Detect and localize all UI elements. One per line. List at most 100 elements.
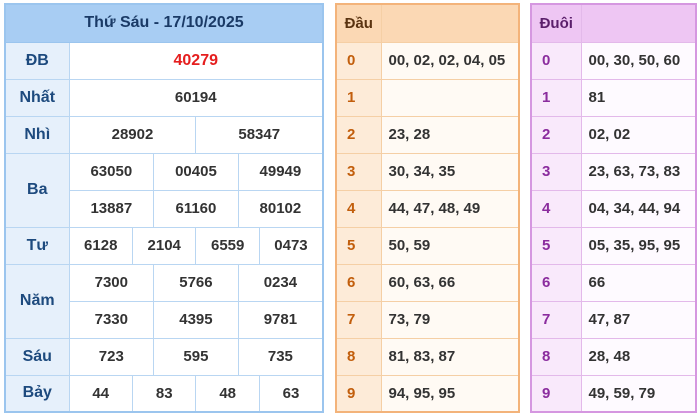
prize-row-nhi: Nhì 28902 58347: [4, 115, 324, 154]
prize-number: 595: [153, 337, 239, 376]
tail-digit: 1: [530, 78, 582, 117]
prize-number: 83: [131, 374, 197, 413]
tail-digit: 6: [530, 263, 582, 302]
prize-number: 58347: [195, 115, 324, 154]
tail-values: 66: [580, 263, 697, 302]
head-row: 9 94, 95, 95: [335, 374, 520, 413]
tail-row: 8 28, 48: [530, 337, 697, 376]
tail-table-title: Đuôi: [530, 3, 582, 43]
prize-number: 63: [258, 374, 324, 413]
tail-row: 7 47, 87: [530, 300, 697, 339]
head-values: 44, 47, 48, 49: [380, 189, 520, 228]
prize-number: 735: [237, 337, 324, 376]
head-values: 73, 79: [380, 300, 520, 339]
tail-digit: 2: [530, 115, 582, 154]
prize-label: Tư: [4, 226, 70, 265]
head-digit: 0: [335, 41, 382, 80]
head-row: 3 30, 34, 35: [335, 152, 520, 191]
prize-number: 00405: [153, 152, 239, 191]
head-row: 8 81, 83, 87: [335, 337, 520, 376]
head-digits-table: Đầu 0 00, 02, 02, 04, 05 1 2 23, 28 3 30, 3…: [335, 3, 520, 413]
prize-number: 49949: [237, 152, 324, 191]
head-row: 4 44, 47, 48, 49: [335, 189, 520, 228]
tail-digit: 0: [530, 41, 582, 80]
tail-values: 23, 63, 73, 83: [580, 152, 697, 191]
tail-values: 04, 34, 44, 94: [580, 189, 697, 228]
tail-table-header-blank: [580, 3, 697, 43]
tail-values: 05, 35, 95, 95: [580, 226, 697, 265]
head-digit: 5: [335, 226, 382, 265]
prize-number: 723: [68, 337, 155, 376]
prize-row-ba: Ba 63050 00405 49949: [4, 152, 324, 228]
tail-digit: 8: [530, 337, 582, 376]
head-values: 23, 28: [380, 115, 520, 154]
prize-label: Sáu: [4, 337, 70, 376]
prize-label: Bảy: [4, 374, 70, 413]
tail-digit: 3: [530, 152, 582, 191]
tail-values: 00, 30, 50, 60: [580, 41, 697, 80]
head-row: 1: [335, 78, 520, 117]
head-row: 0 00, 02, 02, 04, 05: [335, 41, 520, 80]
prize-number: 5766: [153, 263, 239, 302]
tail-values: 28, 48: [580, 337, 697, 376]
prize-number: 60194: [68, 78, 324, 117]
tail-values: 49, 59, 79: [580, 374, 697, 413]
prize-number: 6128: [68, 226, 133, 265]
head-row: 2 23, 28: [335, 115, 520, 154]
head-values: 50, 59: [380, 226, 520, 265]
prize-number: 4395: [153, 300, 239, 339]
prize-number: 7330: [68, 300, 155, 339]
head-values: 30, 34, 35: [380, 152, 520, 191]
tail-row: 1 81: [530, 78, 697, 117]
head-values: 60, 63, 66: [380, 263, 520, 302]
prize-number: 80102: [237, 189, 324, 228]
prize-label: Nhất: [4, 78, 70, 117]
prize-number: 48: [195, 374, 260, 413]
head-digit: 2: [335, 115, 382, 154]
head-table-header-blank: [380, 3, 520, 43]
prize-row-nhat: Nhất 60194: [4, 78, 324, 117]
tail-row: 3 23, 63, 73, 83: [530, 152, 697, 191]
tail-row: 2 02, 02: [530, 115, 697, 154]
prize-number: 6559: [195, 226, 260, 265]
prize-label: Năm: [4, 263, 70, 339]
prize-number: 7300: [68, 263, 155, 302]
tail-digit: 4: [530, 189, 582, 228]
prize-number: 0473: [258, 226, 324, 265]
tail-values: 47, 87: [580, 300, 697, 339]
tail-digit: 7: [530, 300, 582, 339]
draw-date-title: Thứ Sáu - 17/10/2025: [4, 3, 324, 43]
head-digit: 9: [335, 374, 382, 413]
results-table: Thứ Sáu - 17/10/2025 ĐB 40279 Nhất 60194…: [4, 3, 324, 413]
head-row: 7 73, 79: [335, 300, 520, 339]
head-digit: 6: [335, 263, 382, 302]
tail-row: 9 49, 59, 79: [530, 374, 697, 413]
head-values: [380, 78, 520, 117]
prize-row-tu: Tư 6128 2104 6559 0473: [4, 226, 324, 265]
prize-label: ĐB: [4, 41, 70, 80]
head-values: 00, 02, 02, 04, 05: [380, 41, 520, 80]
prize-number: 13887: [68, 189, 155, 228]
prize-number: 61160: [153, 189, 239, 228]
prize-row-sau: Sáu 723 595 735: [4, 337, 324, 376]
head-row: 6 60, 63, 66: [335, 263, 520, 302]
prize-number: 0234: [237, 263, 324, 302]
prize-number: 44: [68, 374, 133, 413]
special-prize-number: 40279: [68, 41, 324, 80]
head-digit: 1: [335, 78, 382, 117]
head-values: 94, 95, 95: [380, 374, 520, 413]
tail-row: 4 04, 34, 44, 94: [530, 189, 697, 228]
tail-row: 5 05, 35, 95, 95: [530, 226, 697, 265]
tail-row: 0 00, 30, 50, 60: [530, 41, 697, 80]
prize-row-nam: Năm 7300 5766 0234: [4, 263, 324, 339]
prize-row-bay: Bảy 44 83 48 63: [4, 374, 324, 413]
head-digit: 4: [335, 189, 382, 228]
prize-number: 9781: [237, 300, 324, 339]
prize-row-db: ĐB 40279: [4, 41, 324, 80]
prize-number: 2104: [131, 226, 197, 265]
head-values: 81, 83, 87: [380, 337, 520, 376]
tail-digits-table: Đuôi 0 00, 30, 50, 60 1 81 2 02, 02 3 23, 63…: [530, 3, 697, 413]
head-digit: 7: [335, 300, 382, 339]
head-digit: 3: [335, 152, 382, 191]
tail-values: 81: [580, 78, 697, 117]
